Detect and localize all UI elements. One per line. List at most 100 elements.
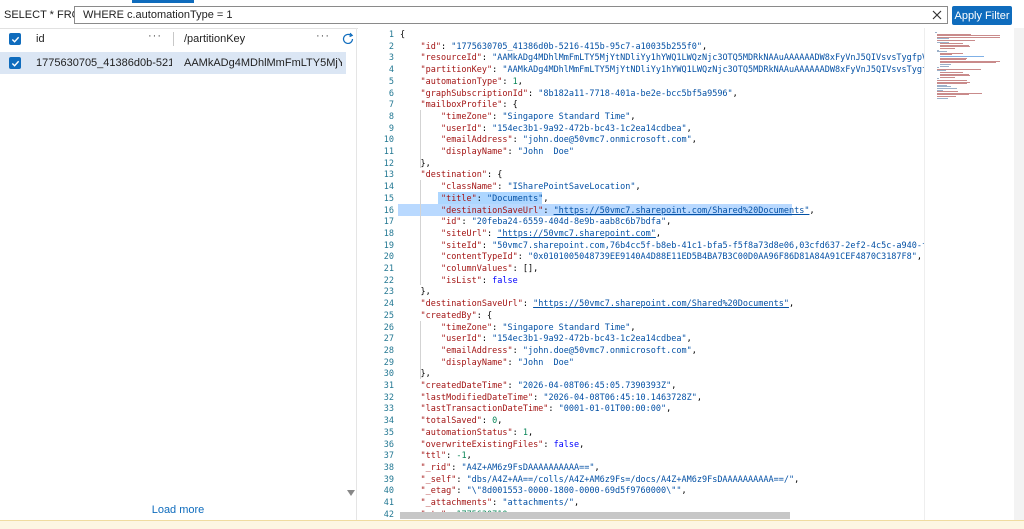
code-line[interactable]: "lastTransactionDateTime": "0001-01-01T0… <box>400 404 671 416</box>
code-line[interactable]: "userId": "154ec3b1-9a92-472b-bc43-1c2ea… <box>400 334 692 346</box>
code-line[interactable]: "userId": "154ec3b1-9a92-472b-bc43-1c2ea… <box>400 124 692 136</box>
line-number: 4 <box>388 65 394 76</box>
line-number: 26 <box>383 322 394 333</box>
line-number: 7 <box>388 100 394 111</box>
code-line[interactable]: "contentTypeId": "0x0101005048739EE9140A… <box>400 252 922 264</box>
table-row[interactable]: 1775630705_41386d0b-5216-... AAMkADg4MDh… <box>0 52 346 74</box>
code-line[interactable]: "automationType": 1, <box>400 77 522 89</box>
line-number: 6 <box>388 88 394 99</box>
line-number: 2 <box>388 41 394 52</box>
line-number: 10 <box>383 135 394 146</box>
code-line[interactable]: "timeZone": "Singapore Standard Time", <box>400 323 636 335</box>
code-line[interactable]: "title": "Documents", <box>400 194 549 206</box>
code-line[interactable]: "columnValues": [], <box>400 264 538 276</box>
code-line[interactable]: "displayName": "John Doe" <box>400 147 574 159</box>
line-number: 11 <box>383 147 394 157</box>
results-panel: id ··· /partitionKey ··· 1775630705_4138… <box>0 28 357 520</box>
code-line[interactable]: "isList": false <box>400 276 518 288</box>
line-number: 19 <box>383 240 394 251</box>
line-number: 27 <box>383 334 394 345</box>
minimap-line <box>939 76 956 78</box>
code-line[interactable]: "displayName": "John Doe" <box>400 358 574 370</box>
line-number: 1 <box>388 30 394 40</box>
code-line[interactable]: "emailAddress": "john.doe@50vmc7.onmicro… <box>400 346 697 358</box>
code-line[interactable]: "ttl": -1, <box>400 451 471 463</box>
code-line[interactable]: }, <box>400 287 430 299</box>
line-number: 22 <box>383 275 394 286</box>
code-line[interactable]: "resourceId": "AAMkADg4MDhlMmFmLTY5MjYtN… <box>400 53 924 65</box>
checkbox-checked-icon <box>11 60 19 67</box>
code-line[interactable]: "automationStatus": 1, <box>400 428 533 440</box>
line-number: 30 <box>383 369 394 380</box>
code-line[interactable]: "emailAddress": "john.doe@50vmc7.onmicro… <box>400 135 697 147</box>
code-line[interactable]: "_attachments": "attachments/", <box>400 498 579 510</box>
code-line[interactable]: "siteUrl": "https://50vmc7.sharepoint.co… <box>400 229 661 241</box>
apply-filter-button[interactable]: Apply Filter <box>952 6 1012 25</box>
code-line[interactable]: { <box>400 30 405 42</box>
line-number: 17 <box>383 217 394 228</box>
code-line[interactable]: }, <box>400 369 430 381</box>
row-checkbox[interactable] <box>9 57 21 69</box>
clear-filter-button[interactable] <box>928 6 946 24</box>
code-line[interactable]: "destinationSaveUrl": "https://50vmc7.sh… <box>400 299 794 311</box>
line-number: 14 <box>383 182 394 193</box>
line-number: 35 <box>383 427 394 438</box>
line-number: 18 <box>383 228 394 239</box>
line-number: 31 <box>383 381 394 391</box>
close-icon <box>932 10 942 20</box>
code-line[interactable]: "graphSubscriptionId": "8b182a11-7718-40… <box>400 89 737 101</box>
code-line[interactable]: "lastModifiedDateTime": "2026-04-08T06:4… <box>400 393 702 405</box>
code-area[interactable]: { "id": "1775630705_41386d0b-5216-415b-9… <box>400 28 924 520</box>
code-line[interactable]: "partitionKey": "AAMkADg4MDhlMmFmLTY5MjY… <box>400 65 924 77</box>
line-number: 41 <box>383 498 394 508</box>
line-number: 37 <box>383 451 394 462</box>
code-line[interactable]: "id": "20feba24-6559-404d-8e9b-aab8c6b7b… <box>400 217 671 229</box>
line-number: 39 <box>383 474 394 485</box>
select-all-checkbox[interactable] <box>9 33 21 45</box>
column-header-id[interactable]: id <box>36 28 45 50</box>
minimap-line <box>939 48 956 49</box>
more-icon[interactable]: ··· <box>148 25 162 47</box>
editor-vertical-scrollbar[interactable] <box>1014 28 1024 520</box>
row-id-cell[interactable]: 1775630705_41386d0b-5216-... <box>36 52 172 74</box>
line-number: 29 <box>383 357 394 368</box>
load-more-link[interactable]: Load more <box>0 504 356 516</box>
code-line[interactable]: "_self": "dbs/A4Z+AA==/colls/A4Z+AM6z9Fs… <box>400 475 799 487</box>
column-divider[interactable] <box>173 32 174 46</box>
minimap-line <box>939 65 949 67</box>
minimap[interactable] <box>924 28 1015 520</box>
code-line[interactable]: "destinationSaveUrl": "https://50vmc7.sh… <box>400 206 815 218</box>
line-number: 15 <box>383 193 394 204</box>
code-line[interactable]: "destination": { <box>400 170 502 182</box>
line-number: 32 <box>383 392 394 403</box>
line-number: 33 <box>383 404 394 415</box>
line-number: 8 <box>388 111 394 122</box>
line-number: 24 <box>383 299 394 310</box>
results-scrollbar[interactable] <box>346 50 356 500</box>
json-editor[interactable]: 1 2 3 4 5 6 7 8 9 10 11 12 13 14 15 16 17 18 19 20 21 22 23 24 2… <box>358 28 1024 520</box>
filter-input[interactable] <box>74 6 948 24</box>
code-line[interactable]: "createdBy": { <box>400 311 492 323</box>
line-number: 38 <box>383 462 394 473</box>
code-line[interactable]: "_etag": "\"8d001553-0000-1800-0000-69d5… <box>400 486 686 498</box>
more-icon[interactable]: ··· <box>316 25 330 47</box>
editor-horizontal-scrollbar[interactable] <box>400 512 790 519</box>
code-line[interactable]: "createdDateTime": "2026-04-08T06:45:05.… <box>400 381 676 393</box>
code-line[interactable]: "timeZone": "Singapore Standard Time", <box>400 112 636 124</box>
code-line[interactable]: "id": "1775630705_41386d0b-5216-415b-95c… <box>400 42 707 54</box>
code-line[interactable]: }, <box>400 159 430 171</box>
column-header-partition-key[interactable]: /partitionKey <box>184 28 245 50</box>
code-line[interactable]: "totalSaved": 0, <box>400 416 502 428</box>
code-line[interactable]: "siteId": "50vmc7.sharepoint.com,76b4cc5… <box>400 241 924 253</box>
row-partition-key-cell[interactable]: AAMkADg4MDhlMmFmLTY5MjYtN... <box>184 52 342 74</box>
code-line[interactable]: "_rid": "A4Z+AM6z9FsDAAAAAAAAAA==", <box>400 463 599 475</box>
line-number: 25 <box>383 310 394 321</box>
code-line[interactable]: "className": "ISharePointSaveLocation", <box>400 182 641 194</box>
checkbox-checked-icon <box>11 36 19 43</box>
scroll-down-icon[interactable] <box>347 490 355 496</box>
line-number: 12 <box>383 158 394 169</box>
refresh-icon[interactable] <box>341 32 355 46</box>
line-number: 9 <box>388 123 394 134</box>
code-line[interactable]: "overwriteExistingFiles": false, <box>400 440 584 452</box>
code-line[interactable]: "mailboxProfile": { <box>400 100 517 112</box>
